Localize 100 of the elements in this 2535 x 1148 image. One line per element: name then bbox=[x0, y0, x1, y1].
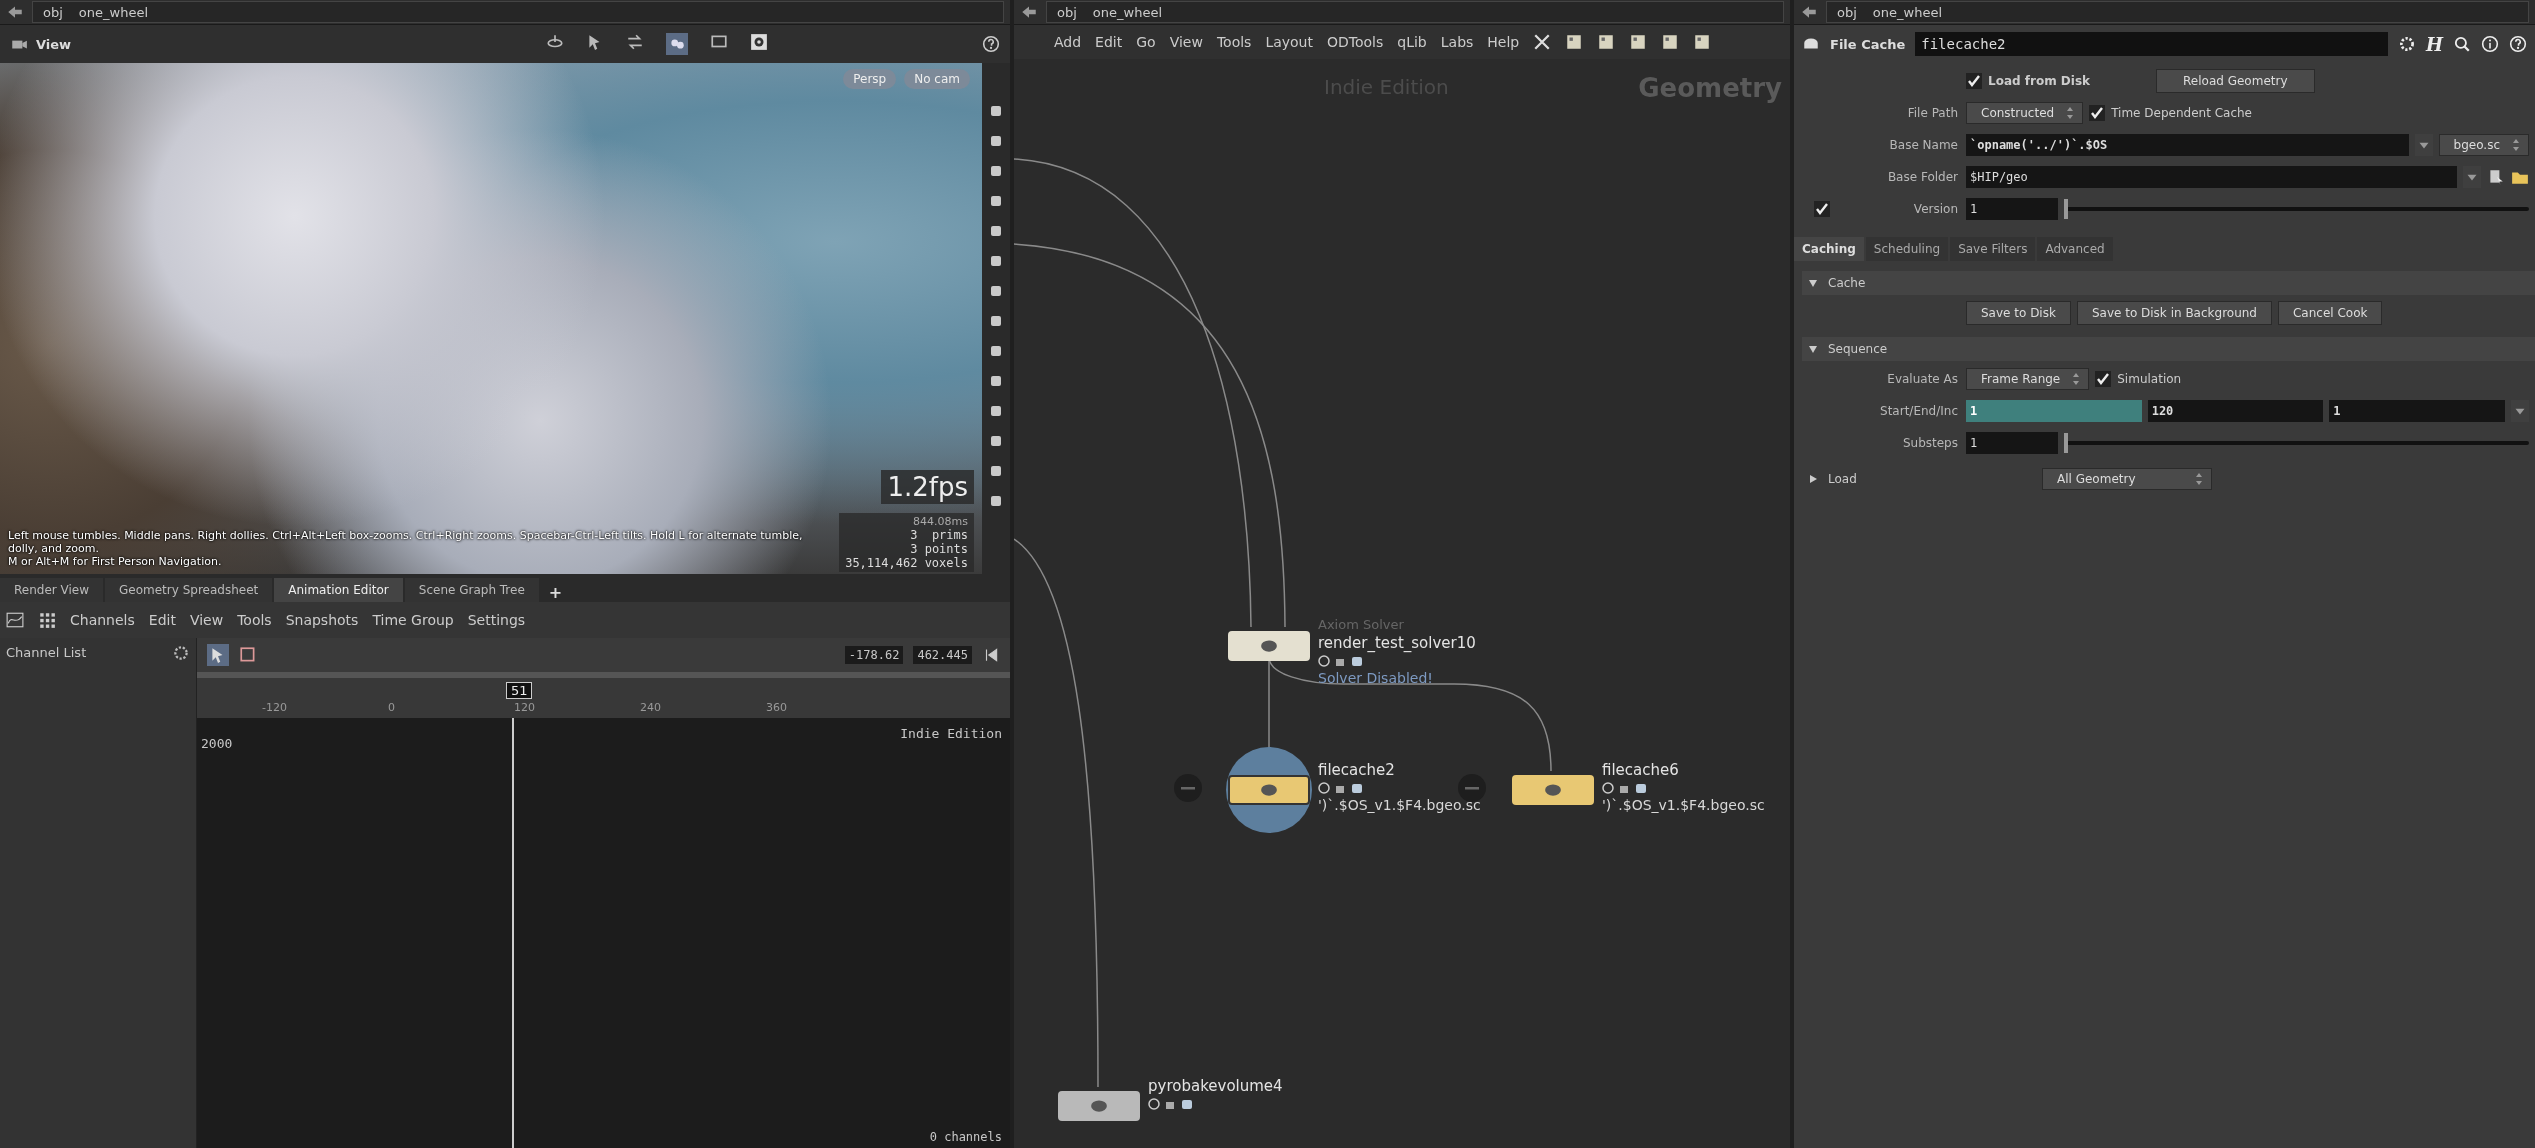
menu-item[interactable]: View bbox=[1169, 34, 1203, 50]
tool-square-icon[interactable] bbox=[988, 133, 1004, 149]
number-field[interactable]: 1 bbox=[1966, 400, 2142, 422]
gear-icon[interactable] bbox=[749, 33, 768, 51]
current-frame-marker[interactable]: 51 bbox=[505, 681, 533, 699]
tool-square-icon[interactable] bbox=[988, 403, 1004, 419]
cursor-icon[interactable] bbox=[207, 643, 229, 666]
help-browser-button[interactable]: H bbox=[2426, 33, 2443, 55]
node-name-field[interactable]: filecache2 bbox=[1915, 32, 2388, 56]
grid-icon[interactable] bbox=[38, 610, 56, 629]
menu-item[interactable]: Edit bbox=[148, 611, 176, 628]
graph-icon[interactable] bbox=[6, 610, 24, 629]
pane-layout-icon[interactable] bbox=[1693, 33, 1712, 51]
node-tile[interactable] bbox=[1228, 775, 1310, 805]
menu-item[interactable]: Settings bbox=[467, 611, 526, 628]
path-field[interactable]: obj one_wheel bbox=[32, 1, 1004, 23]
path-field[interactable]: obj one_wheel bbox=[1826, 1, 2529, 23]
menu-item[interactable]: qLib bbox=[1397, 34, 1427, 50]
number-field[interactable]: 1 bbox=[2329, 400, 2505, 422]
tool-square-icon[interactable] bbox=[988, 193, 1004, 209]
node-tile[interactable] bbox=[1228, 631, 1310, 661]
checkbox[interactable] bbox=[2095, 371, 2112, 387]
menu-item[interactable]: View bbox=[189, 611, 224, 628]
action-button[interactable]: Save to Disk in Background bbox=[2076, 301, 2272, 325]
slider-track[interactable] bbox=[2064, 199, 2529, 219]
number-field[interactable]: 1 bbox=[1966, 198, 2058, 220]
pane-layout-icon[interactable] bbox=[1661, 33, 1680, 51]
menu-item[interactable]: Time Group bbox=[372, 611, 454, 628]
menu-item[interactable]: Edit bbox=[1095, 34, 1123, 50]
panel-tab[interactable]: Animation Editor bbox=[274, 577, 403, 602]
tool-square-icon[interactable] bbox=[988, 463, 1004, 479]
tool-square-icon[interactable] bbox=[988, 343, 1004, 359]
path-field[interactable]: obj one_wheel bbox=[1046, 1, 1784, 23]
node-tile[interactable] bbox=[1058, 1091, 1140, 1121]
dropdown-menu[interactable]: Constructed bbox=[1966, 102, 2084, 124]
menu-item[interactable]: Channels bbox=[70, 611, 135, 628]
number-field[interactable]: 120 bbox=[2147, 400, 2324, 422]
checkbox[interactable] bbox=[2089, 105, 2106, 121]
menu-item[interactable]: Tools bbox=[237, 611, 272, 628]
section-toggle[interactable]: Cache bbox=[1802, 276, 1952, 290]
checkbox[interactable] bbox=[1814, 201, 1830, 217]
tool-square-icon[interactable] bbox=[988, 493, 1004, 509]
tool-square-icon[interactable] bbox=[988, 103, 1004, 119]
tool-square-icon[interactable] bbox=[988, 163, 1004, 179]
time-ruler[interactable]: -120 0 120 240 360 51 bbox=[197, 671, 1010, 718]
tool-square-icon[interactable] bbox=[988, 283, 1004, 299]
pane-layout-icon[interactable] bbox=[1565, 33, 1584, 51]
panel-tab[interactable]: Render View bbox=[0, 577, 103, 602]
dropdown-menu[interactable]: All Geometry bbox=[2042, 468, 2212, 490]
geometry-stat: 35,114,462 voxels bbox=[845, 555, 968, 570]
extension-menu[interactable]: bgeo.sc bbox=[2438, 134, 2529, 156]
slider-track[interactable] bbox=[2064, 433, 2529, 453]
parameter-tab[interactable]: Caching bbox=[1794, 237, 1864, 261]
range-field[interactable]: 462.445 bbox=[913, 645, 972, 664]
panel-tab[interactable]: Geometry Spreadsheet bbox=[105, 577, 273, 602]
pane-layout-icon[interactable] bbox=[1629, 33, 1648, 51]
menu-item[interactable]: ODTools bbox=[1327, 34, 1384, 50]
edition-label: Indie Edition bbox=[900, 725, 1002, 741]
action-button[interactable]: Cancel Cook bbox=[2278, 301, 2383, 325]
tool-square-icon[interactable] bbox=[988, 223, 1004, 239]
section-toggle[interactable]: Sequence bbox=[1802, 342, 1952, 356]
slider-thumb[interactable] bbox=[2064, 433, 2068, 453]
tool-square-icon[interactable] bbox=[988, 373, 1004, 389]
tool-square-icon[interactable] bbox=[988, 313, 1004, 329]
search-icon[interactable] bbox=[2453, 35, 2471, 53]
menu-item[interactable]: Add bbox=[1054, 34, 1082, 50]
add-tab-button[interactable]: + bbox=[540, 582, 571, 602]
menu-item[interactable]: Help bbox=[1487, 34, 1520, 50]
curve-graph[interactable]: 2000 Indie Edition 0 channels bbox=[197, 717, 1010, 1148]
dropdown-menu[interactable]: Frame Range bbox=[1966, 368, 2090, 390]
menu-item[interactable]: Snapshots bbox=[285, 611, 359, 628]
menu-item[interactable]: Go bbox=[1136, 34, 1156, 50]
parameter-tab[interactable]: Save Filters bbox=[1950, 237, 2036, 261]
panel-tab[interactable]: Scene Graph Tree bbox=[404, 577, 539, 602]
parameter-tab[interactable]: Scheduling bbox=[1865, 237, 1949, 261]
info-icon[interactable] bbox=[2481, 35, 2499, 53]
folder-path-field[interactable]: $HIP/geo bbox=[1966, 166, 2457, 188]
minus-circle-icon[interactable] bbox=[1174, 774, 1202, 802]
parameter-tab[interactable]: Advanced bbox=[2037, 237, 2113, 261]
gear-icon[interactable] bbox=[172, 643, 190, 662]
tool-square-icon[interactable] bbox=[988, 253, 1004, 269]
menu-item[interactable]: Layout bbox=[1265, 34, 1313, 50]
gear-icon[interactable] bbox=[2398, 35, 2416, 53]
node-tile[interactable] bbox=[1512, 775, 1594, 805]
number-field[interactable]: 1 bbox=[1966, 432, 2058, 454]
reload-button[interactable]: Reload Geometry bbox=[2156, 69, 2315, 93]
action-button[interactable]: Save to Disk bbox=[1966, 301, 2071, 325]
file-cursor-icon[interactable] bbox=[2487, 168, 2505, 186]
slider-thumb[interactable] bbox=[2064, 199, 2068, 219]
text-field[interactable]: `opname('../')`.$OS bbox=[1966, 134, 2409, 156]
menu-item[interactable]: Labs bbox=[1440, 34, 1474, 50]
section-toggle[interactable]: Load bbox=[1802, 472, 1952, 486]
tool-square-icon[interactable] bbox=[988, 433, 1004, 449]
help-icon[interactable] bbox=[982, 35, 1000, 53]
pane-layout-icon[interactable] bbox=[1597, 33, 1616, 51]
checkbox[interactable] bbox=[1966, 73, 1982, 89]
swap-arrows-icon[interactable] bbox=[625, 33, 644, 51]
frame-icon[interactable] bbox=[239, 645, 257, 664]
menu-item[interactable]: Tools bbox=[1216, 34, 1252, 50]
range-field[interactable]: -178.62 bbox=[844, 645, 904, 664]
